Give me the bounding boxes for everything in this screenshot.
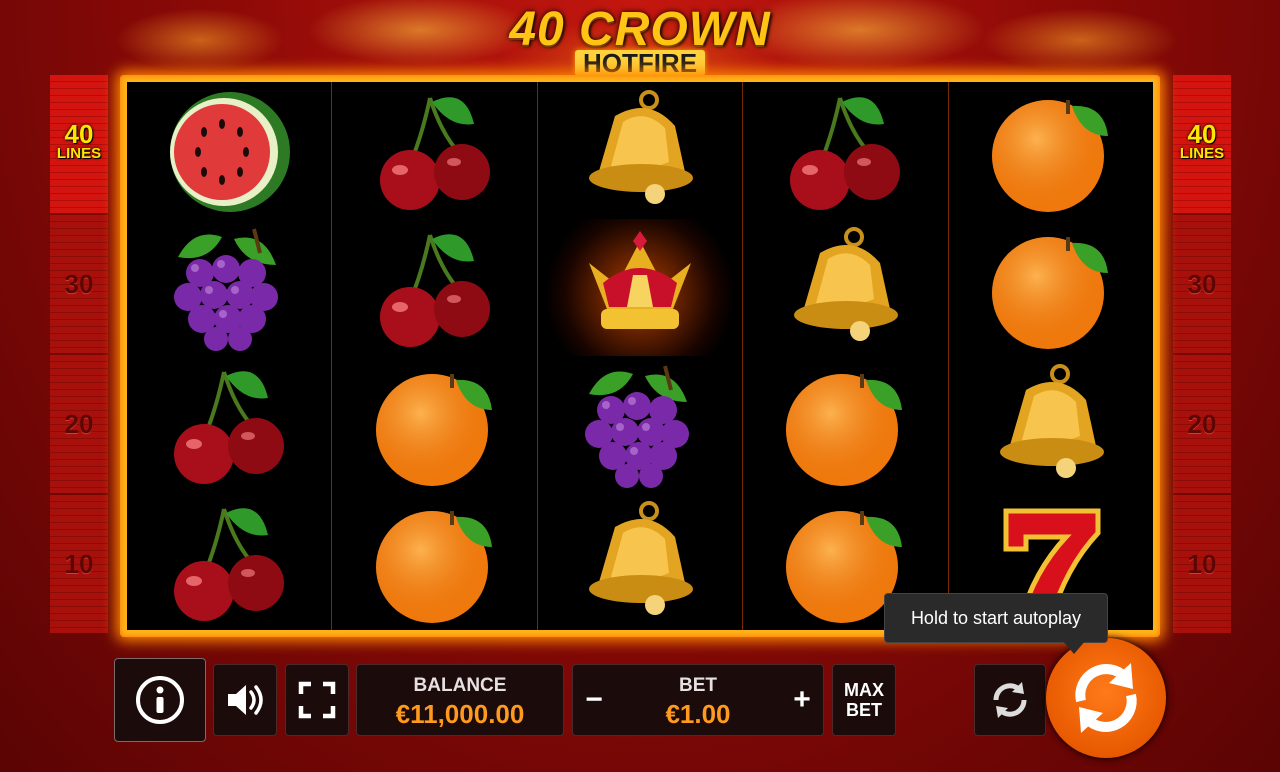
- orange-icon: [991, 99, 1108, 212]
- payline-segment-top: 40 LINES: [1173, 75, 1231, 213]
- watermelon-icon: [170, 91, 291, 212]
- balance-value: €11,000.00: [395, 699, 525, 729]
- payline-segment: 10: [50, 495, 108, 633]
- cherry-icon: [790, 96, 901, 210]
- payline-marker: 20: [1187, 408, 1217, 439]
- orange-icon: [786, 373, 903, 486]
- bell-icon: [589, 89, 694, 204]
- bell-icon: [589, 500, 694, 615]
- grapes-icon: [585, 365, 690, 488]
- payline-marker: 30: [1187, 268, 1217, 299]
- max-bet-button[interactable]: MAX BET: [832, 664, 896, 736]
- logo-subtitle: HOTFIRE: [574, 50, 706, 76]
- bet-label: BET: [679, 675, 717, 696]
- symbol-grapes: [127, 219, 331, 356]
- symbol-orange: [332, 493, 536, 630]
- fullscreen-button[interactable]: [285, 664, 349, 736]
- payline-indicator-left: 40 LINES 30 20 10: [50, 75, 108, 635]
- orange-icon: [375, 510, 492, 623]
- symbol-orange: [949, 82, 1153, 219]
- payline-marker: 10: [64, 548, 94, 579]
- payline-segment: 20: [1173, 355, 1231, 493]
- spin-button[interactable]: [1046, 638, 1166, 758]
- symbol-grapes: [538, 356, 742, 493]
- bet-display: − BET €1.00 +: [572, 664, 824, 736]
- fullscreen-icon: [298, 681, 336, 719]
- speaker-icon: [228, 685, 263, 715]
- payline-marker: 10: [1187, 548, 1217, 579]
- payline-segment: 30: [50, 215, 108, 353]
- symbol-bell: [538, 82, 742, 219]
- symbol-cherry: [743, 82, 947, 219]
- autoplay-tooltip: Hold to start autoplay: [884, 593, 1108, 643]
- lines-count-label: 40 LINES: [56, 119, 102, 164]
- symbol-crown: [537, 219, 743, 356]
- symbol-watermelon: [127, 82, 331, 219]
- bet-increase-button[interactable]: +: [787, 683, 817, 717]
- bell-icon: [794, 226, 899, 341]
- symbol-bell: [949, 356, 1153, 493]
- reel-grid: [127, 82, 1153, 630]
- lines-count: 40: [1187, 119, 1217, 149]
- payline-segment: 20: [50, 355, 108, 493]
- payline-segment-top: 40 LINES: [50, 75, 108, 213]
- bet-value: €1.00: [665, 699, 731, 729]
- grapes-icon: [174, 228, 279, 351]
- symbol-orange: [743, 356, 947, 493]
- lines-count-label: 40 LINES: [1179, 119, 1225, 164]
- sound-button[interactable]: [213, 664, 277, 736]
- info-button[interactable]: [114, 658, 206, 742]
- payline-segment: 30: [1173, 215, 1231, 353]
- symbol-bell: [538, 493, 742, 630]
- reel-1: [127, 82, 333, 630]
- lines-count: 40: [64, 119, 94, 149]
- cherry-icon: [379, 233, 490, 347]
- autoplay-icon: [993, 682, 1027, 718]
- bet-decrease-button[interactable]: −: [579, 683, 609, 717]
- symbol-cherry: [127, 493, 331, 630]
- cherry-icon: [379, 96, 490, 210]
- symbol-cherry: [332, 82, 536, 219]
- balance-label: BALANCE: [413, 675, 507, 696]
- crown-icon: [589, 230, 692, 329]
- reel-4: [743, 82, 949, 630]
- bell-icon: [999, 363, 1104, 478]
- lines-word: LINES: [56, 145, 102, 162]
- max-bet-line2: BET: [846, 700, 882, 720]
- reel-3: [537, 82, 744, 630]
- symbol-cherry: [127, 356, 331, 493]
- payline-segment: 10: [1173, 495, 1231, 633]
- reel-2: [332, 82, 538, 630]
- reel-5: [949, 82, 1153, 630]
- spin-arrows-icon: [1075, 663, 1137, 733]
- symbol-orange: [949, 219, 1153, 356]
- cherry-icon: [174, 370, 285, 484]
- tooltip-arrow: [1062, 640, 1086, 654]
- game-logo: 40 CROWN HOTFIRE: [480, 4, 800, 84]
- payline-marker: 30: [64, 268, 94, 299]
- orange-icon: [375, 373, 492, 486]
- lines-word: LINES: [1179, 145, 1225, 162]
- reel-frame: [120, 75, 1160, 637]
- symbol-bell: [743, 219, 947, 356]
- symbol-orange: [332, 356, 536, 493]
- balance-display: BALANCE €11,000.00: [356, 664, 564, 736]
- symbol-cherry: [332, 219, 536, 356]
- max-bet-line1: MAX: [844, 680, 884, 700]
- cherry-icon: [174, 507, 285, 621]
- payline-indicator-right: 40 LINES 30 20 10: [1173, 75, 1231, 635]
- orange-icon: [991, 236, 1108, 349]
- autoplay-button[interactable]: [974, 664, 1046, 736]
- info-icon: [136, 676, 184, 724]
- payline-marker: 20: [64, 408, 94, 439]
